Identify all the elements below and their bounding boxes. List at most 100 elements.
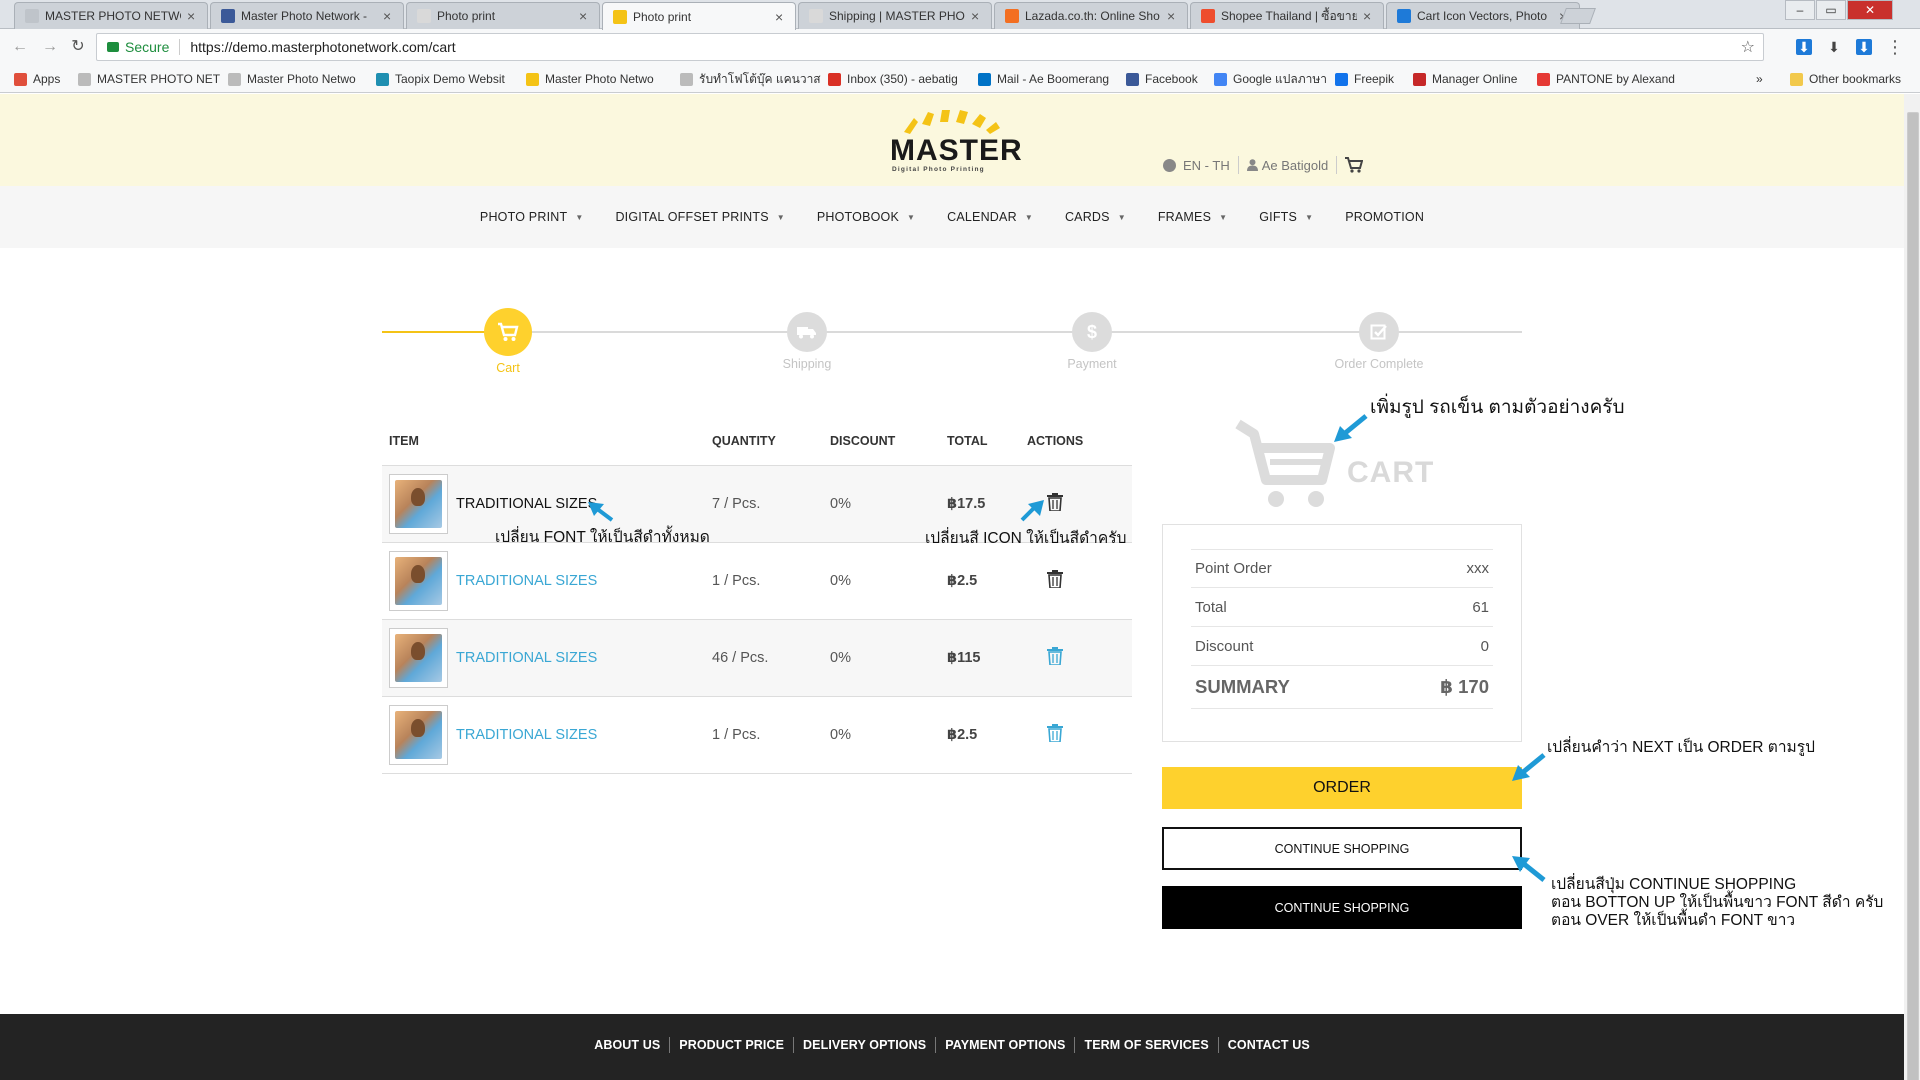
summary-row-grand-total: SUMMARY ฿ 170 [1191, 666, 1493, 709]
bookmark-item[interactable]: Master Photo Netwo [228, 71, 356, 87]
continue-shopping-button[interactable]: CONTINUE SHOPPING [1162, 827, 1522, 870]
product-thumbnail[interactable] [389, 628, 448, 688]
bookmark-favicon-icon [1537, 72, 1550, 86]
download-manager-icon[interactable]: ⬇ [1856, 39, 1872, 55]
bookmark-label: Master Photo Netwo [545, 72, 654, 86]
footer-link[interactable]: PAYMENT OPTIONS [936, 1037, 1076, 1053]
browser-tab[interactable]: Shopee Thailand | ซื้อขาย × [1190, 2, 1384, 29]
footer-link[interactable]: CONTACT US [1219, 1037, 1319, 1053]
chevron-down-icon: ▼ [776, 212, 785, 222]
close-tab-icon[interactable]: × [775, 9, 787, 25]
product-name[interactable]: TRADITIONAL SIZES [456, 727, 597, 743]
header-cart-icon[interactable] [1345, 157, 1364, 173]
close-tab-icon[interactable]: × [383, 8, 395, 24]
language-switch[interactable]: EN - TH [1183, 158, 1230, 173]
browser-tab[interactable]: Shipping | MASTER PHO × [798, 2, 992, 29]
download-icon[interactable]: ⬇ [1826, 39, 1842, 55]
order-button[interactable]: ORDER [1162, 767, 1522, 809]
browser-tab[interactable]: Photo print × [602, 2, 796, 30]
bookmark-favicon-icon [1413, 72, 1426, 86]
minimize-button[interactable]: – [1785, 0, 1815, 20]
browser-tab[interactable]: Lazada.co.th: Online Sho × [994, 2, 1188, 29]
close-window-button[interactable]: ✕ [1847, 0, 1893, 20]
bookmark-item[interactable]: Apps [14, 71, 60, 87]
cart-table: ITEM QUANTITY DISCOUNT TOTAL ACTIONS TRA… [382, 416, 1132, 774]
logo-rays-icon [904, 110, 1000, 134]
bookmark-item[interactable]: Master Photo Netwo [526, 71, 654, 87]
continue-shopping-hover-button[interactable]: CONTINUE SHOPPING [1162, 886, 1522, 929]
close-tab-icon[interactable]: × [187, 8, 199, 24]
footer-link[interactable]: TERM OF SERVICES [1075, 1037, 1219, 1053]
close-tab-icon[interactable]: × [971, 8, 983, 24]
bookmarks-overflow-icon[interactable]: » [1756, 71, 1763, 87]
product-name[interactable]: TRADITIONAL SIZES [456, 650, 597, 666]
address-bar[interactable]: Secure https://demo.masterphotonetwork.c… [96, 33, 1764, 61]
bookmark-item[interactable]: Google แปลภาษา [1214, 71, 1327, 87]
footer-link[interactable]: ABOUT US [585, 1037, 671, 1053]
new-tab-button[interactable] [1560, 8, 1596, 24]
back-icon[interactable]: ← [10, 37, 30, 57]
trash-icon[interactable] [1047, 570, 1063, 589]
nav-item[interactable]: PHOTO PRINT ▼ [480, 210, 584, 224]
step-order-complete[interactable]: Order Complete [1299, 292, 1459, 371]
step-cart[interactable]: Cart [428, 292, 588, 375]
reload-icon[interactable]: ↻ [68, 37, 88, 57]
bookmark-item[interactable]: Mail - Ae Boomerang [978, 71, 1109, 87]
product-thumbnail[interactable] [389, 474, 448, 534]
step-shipping[interactable]: Shipping [727, 292, 887, 371]
cart-row: TRADITIONAL SIZES 1 / Pcs. 0% ฿2.5 [382, 697, 1132, 774]
bookmark-item[interactable]: Taopix Demo Websit [376, 71, 505, 87]
trash-icon[interactable] [1047, 493, 1063, 512]
forward-icon[interactable]: → [40, 37, 60, 57]
footer-link[interactable]: DELIVERY OPTIONS [794, 1037, 937, 1053]
browser-tab[interactable]: MASTER PHOTO NETWO × [14, 2, 208, 29]
bookmark-item[interactable]: Inbox (350) - aebatig [828, 71, 958, 87]
tab-favicon-icon [417, 9, 431, 23]
annotation-font-black: เปลี่ยน FONT ให้เป็นสีดำทั้งหมด [495, 529, 710, 546]
other-bookmarks[interactable]: Other bookmarks [1790, 71, 1901, 87]
close-tab-icon[interactable]: × [1363, 8, 1375, 24]
nav-item[interactable]: FRAMES ▼ [1158, 210, 1227, 224]
site-footer: ABOUT US PRODUCT PRICE DELIVERY OPTIONS PAY… [0, 1014, 1904, 1080]
nav-item[interactable]: GIFTS ▼ [1259, 210, 1313, 224]
product-name[interactable]: TRADITIONAL SIZES [456, 496, 597, 512]
header-utilities: EN - TH Ae Batigold [1163, 156, 1364, 174]
product-thumbnail[interactable] [389, 551, 448, 611]
browser-tab[interactable]: Master Photo Network - × [210, 2, 404, 29]
page-scrollbar[interactable] [1904, 94, 1920, 1080]
menu-icon[interactable]: ⋮ [1886, 38, 1904, 56]
close-tab-icon[interactable]: × [579, 8, 591, 24]
product-name[interactable]: TRADITIONAL SIZES [456, 573, 597, 589]
user-icon [1246, 159, 1258, 171]
nav-item[interactable]: PROMOTION [1345, 210, 1424, 224]
bookmark-item[interactable]: PANTONE by Alexand [1537, 71, 1675, 87]
download-ext-icon[interactable]: ⬇ [1796, 39, 1812, 55]
close-tab-icon[interactable]: × [1167, 8, 1179, 24]
maximize-button[interactable]: ▭ [1816, 0, 1846, 20]
nav-item[interactable]: CARDS ▼ [1065, 210, 1126, 224]
user-name[interactable]: Ae Batigold [1262, 158, 1329, 173]
step-payment[interactable]: $ Payment [1012, 292, 1172, 371]
browser-tab[interactable]: Cart Icon Vectors, Photo× [1386, 2, 1580, 29]
trash-icon[interactable] [1047, 647, 1063, 666]
bookmark-label: Manager Online [1432, 72, 1518, 86]
nav-item[interactable]: CALENDAR ▼ [947, 210, 1033, 224]
browser-tab[interactable]: Photo print × [406, 2, 600, 29]
bookmark-item[interactable]: Manager Online [1413, 71, 1517, 87]
bookmark-item[interactable]: Freepik [1335, 71, 1394, 87]
total-value: ฿2.5 [947, 727, 978, 743]
annotation-arrow-icon [1020, 500, 1044, 522]
bookmark-item[interactable]: MASTER PHOTO NET [78, 71, 220, 87]
bookmark-item[interactable]: Facebook [1126, 71, 1198, 87]
scrollbar-thumb[interactable] [1907, 112, 1919, 1080]
bookmark-star-icon[interactable]: ☆ [1741, 37, 1755, 57]
footer-link[interactable]: PRODUCT PRICE [670, 1037, 795, 1053]
site-logo[interactable]: MASTER Digital Photo Printing [880, 110, 1022, 174]
tab-title: Photo print [633, 9, 692, 24]
trash-icon[interactable] [1047, 724, 1063, 743]
nav-item[interactable]: DIGITAL OFFSET PRINTS ▼ [615, 210, 784, 224]
tab-favicon-icon [1005, 9, 1019, 23]
bookmark-item[interactable]: รับทำโฟโต้บุ๊ค แคนวาส [680, 71, 821, 87]
nav-item[interactable]: PHOTOBOOK ▼ [817, 210, 915, 224]
product-thumbnail[interactable] [389, 705, 448, 765]
